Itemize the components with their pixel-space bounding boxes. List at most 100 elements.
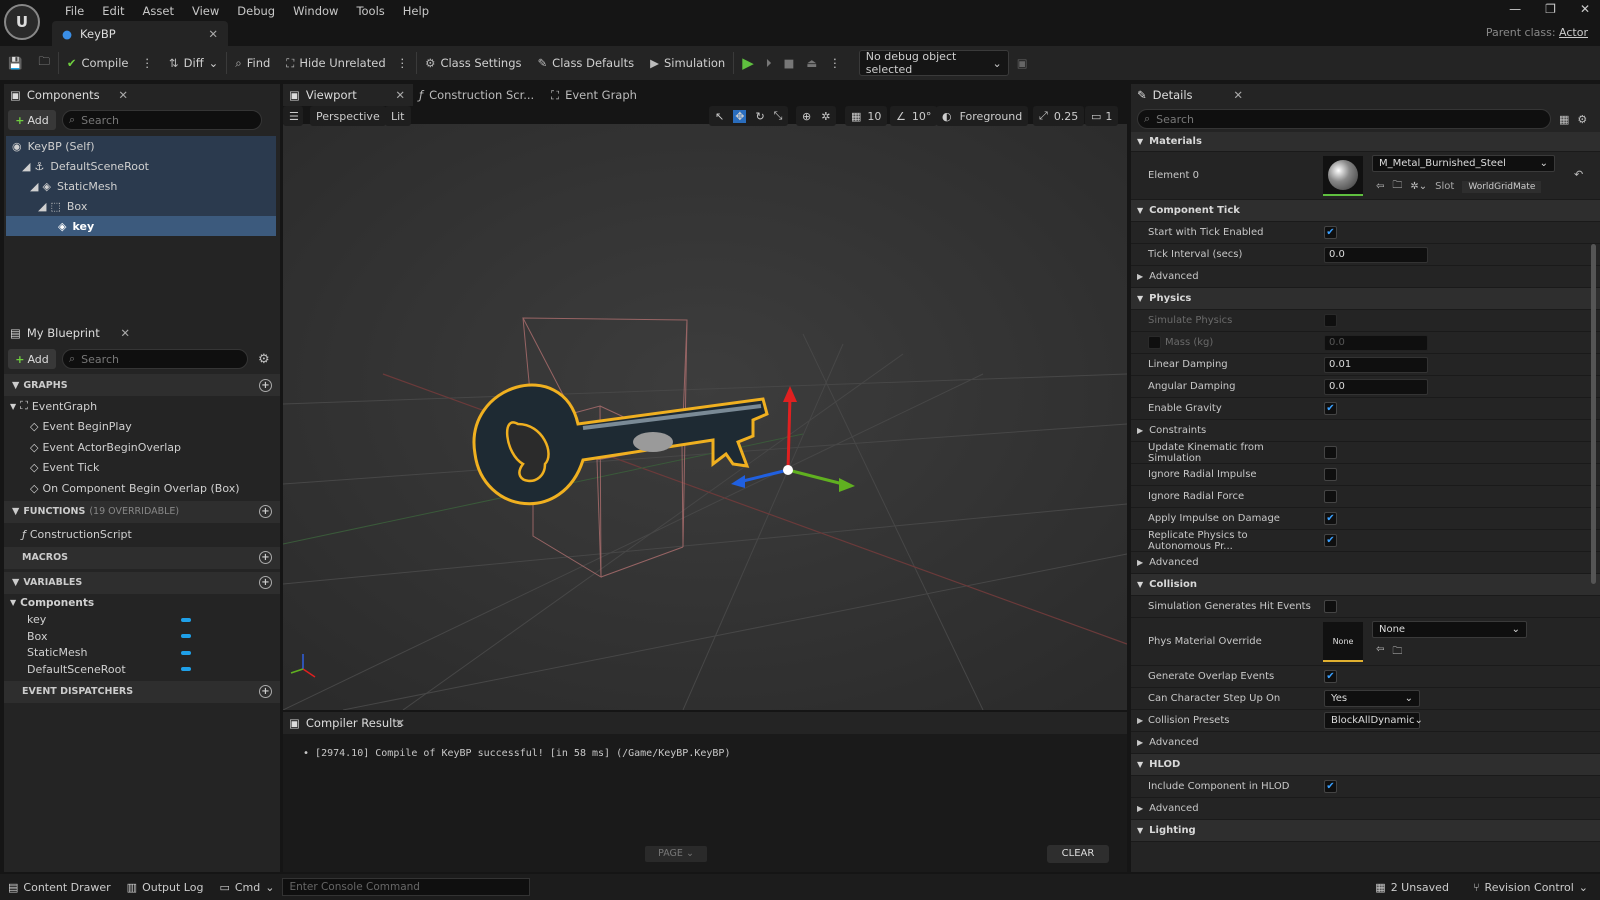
simulation-button[interactable]: ▶ Simulation: [642, 49, 733, 77]
details-search-input[interactable]: ⌕ Search: [1137, 109, 1551, 129]
output-log-button[interactable]: ▥ Output Log: [119, 881, 212, 894]
unreal-logo-icon[interactable]: U: [4, 4, 40, 40]
section-physics[interactable]: ▼ Physics: [1131, 288, 1600, 310]
kebab-icon[interactable]: ⋮: [829, 56, 841, 70]
scale-snap-button[interactable]: ⤢ 0.25: [1033, 106, 1085, 126]
viewport-options-button[interactable]: ☰: [283, 106, 303, 126]
phys-material-select[interactable]: None ⌄: [1372, 621, 1527, 638]
ignore-radial-force-checkbox[interactable]: [1324, 490, 1337, 503]
browse-icon[interactable]: 🗀: [1392, 644, 1402, 661]
my-blueprint-search-input[interactable]: ⌕ Search: [62, 349, 248, 369]
tree-item-staticmesh[interactable]: ◢ ◈ StaticMesh: [6, 176, 276, 196]
section-hlod[interactable]: ▼ HLOD: [1131, 754, 1600, 776]
surface-snap-icon[interactable]: ✲: [821, 110, 830, 123]
enable-gravity-checkbox[interactable]: ✔: [1324, 402, 1337, 415]
tick-advanced-row[interactable]: ▶ Advanced: [1131, 266, 1600, 288]
material-options-icon[interactable]: ✲⌄: [1410, 181, 1427, 192]
kebab-icon[interactable]: ⋮: [142, 56, 154, 70]
debug-object-select[interactable]: No debug object selected ⌄: [858, 50, 1009, 76]
menu-window[interactable]: Window: [284, 3, 347, 19]
tree-item-defaultsceneroot[interactable]: ◢ ⚓ DefaultSceneRoot: [6, 156, 276, 176]
viewport[interactable]: [283, 124, 1127, 710]
collision-advanced-row[interactable]: ▶ Advanced: [1131, 732, 1600, 754]
unsaved-button[interactable]: ▦ 2 Unsaved: [1363, 881, 1461, 894]
update-kinematic-checkbox[interactable]: [1324, 446, 1337, 459]
material-select[interactable]: M_Metal_Burnished_Steel ⌄: [1372, 155, 1555, 172]
menu-view[interactable]: View: [183, 3, 228, 19]
mass-input[interactable]: 0.0: [1324, 334, 1428, 351]
functions-section-header[interactable]: ▼ FUNCTIONS (19 OVERRIDABLE) +: [4, 500, 280, 523]
hlod-advanced-row[interactable]: ▶ Advanced: [1131, 798, 1600, 820]
restore-icon[interactable]: ❐: [1545, 2, 1556, 16]
kebab-icon[interactable]: ⋮: [397, 56, 409, 70]
page-button[interactable]: PAGE ⌄: [645, 846, 707, 862]
expand-arrow-icon[interactable]: ◢: [38, 200, 46, 213]
diff-button[interactable]: ⇅ Diff ⌄: [161, 49, 226, 77]
scale-icon[interactable]: ⤡: [774, 109, 783, 123]
close-window-icon[interactable]: ✕: [1580, 2, 1590, 16]
find-button[interactable]: ⌕ Find: [227, 49, 278, 77]
variable-item[interactable]: StaticMesh: [4, 645, 280, 662]
angular-damping-input[interactable]: 0.0: [1324, 378, 1428, 395]
tree-item-key[interactable]: ◈ key: [6, 216, 276, 236]
phys-material-thumbnail[interactable]: None: [1323, 622, 1363, 662]
translate-icon[interactable]: ✥: [733, 109, 747, 123]
gear-icon[interactable]: ⚙: [1577, 113, 1587, 126]
add-member-button[interactable]: + Add: [8, 349, 56, 369]
physics-advanced-row[interactable]: ▶ Advanced: [1131, 552, 1600, 574]
event-item[interactable]: ◇ Event ActorBeginOverlap: [4, 437, 280, 458]
reset-to-default-icon[interactable]: ↶: [1574, 168, 1583, 181]
content-drawer-button[interactable]: ▤ Content Drawer: [0, 881, 119, 894]
expand-arrow-icon[interactable]: ◢: [22, 160, 30, 173]
minimize-icon[interactable]: —: [1509, 2, 1521, 16]
menu-asset[interactable]: Asset: [134, 3, 183, 19]
table-view-icon[interactable]: ▦: [1559, 113, 1569, 126]
console-command-input[interactable]: Enter Console Command: [282, 878, 531, 896]
class-settings-button[interactable]: ⚙ Class Settings: [417, 49, 529, 77]
include-hlod-checkbox[interactable]: ✔: [1324, 780, 1337, 793]
perspective-button[interactable]: Perspective: [310, 106, 386, 126]
graphs-section-header[interactable]: ▼ GRAPHS +: [4, 374, 280, 396]
section-component-tick[interactable]: ▼ Component Tick: [1131, 200, 1600, 222]
details-tab[interactable]: ✎ Details ✕: [1131, 84, 1251, 106]
slot-value[interactable]: WorldGridMate: [1462, 180, 1542, 193]
linear-damping-input[interactable]: 0.01: [1324, 356, 1428, 373]
section-materials[interactable]: ▼ Materials: [1131, 132, 1600, 152]
sim-hit-events-checkbox[interactable]: [1324, 600, 1337, 613]
macros-section-header[interactable]: MACROS +: [4, 546, 280, 569]
rotate-icon[interactable]: ↻: [755, 110, 764, 123]
close-icon[interactable]: ✕: [120, 326, 130, 340]
my-blueprint-tab[interactable]: ▤ My Blueprint ✕: [4, 322, 280, 344]
section-lighting[interactable]: ▼ Lighting: [1131, 820, 1600, 842]
overlap-events-checkbox[interactable]: ✔: [1324, 670, 1337, 683]
close-icon[interactable]: ✕: [395, 88, 405, 102]
document-tab-keybp[interactable]: ● KeyBP ✕: [52, 21, 228, 46]
menu-debug[interactable]: Debug: [228, 3, 284, 19]
tab-event-graph[interactable]: ⛶ Event Graph: [545, 84, 665, 106]
gear-icon[interactable]: ⚙: [258, 352, 270, 367]
tab-viewport[interactable]: ▣ Viewport ✕: [283, 84, 413, 106]
close-icon[interactable]: ✕: [1233, 88, 1243, 102]
section-collision[interactable]: ▼ Collision: [1131, 574, 1600, 596]
mass-override-checkbox[interactable]: [1148, 336, 1161, 349]
world-space-icon[interactable]: ⊕: [802, 110, 811, 123]
start-tick-checkbox[interactable]: ✔: [1324, 226, 1337, 239]
event-item[interactable]: ◇ Event BeginPlay: [4, 417, 280, 438]
step-up-select[interactable]: Yes ⌄: [1324, 690, 1420, 707]
class-defaults-button[interactable]: ✎ Class Defaults: [530, 49, 643, 77]
eject-icon[interactable]: ⏏: [806, 56, 817, 70]
use-selected-icon[interactable]: ⇦: [1376, 181, 1384, 192]
use-selected-icon[interactable]: ⇦: [1376, 644, 1384, 661]
apply-impulse-checkbox[interactable]: ✔: [1324, 512, 1337, 525]
replicate-physics-checkbox[interactable]: ✔: [1324, 534, 1337, 547]
components-tab[interactable]: ▣ Components ✕: [4, 84, 280, 106]
select-icon[interactable]: ↖: [715, 110, 724, 123]
components-search-input[interactable]: ⌕ Search: [62, 110, 262, 130]
add-component-button[interactable]: + Add: [8, 110, 56, 130]
browse-icon[interactable]: 🗀: [1392, 178, 1402, 195]
variable-item[interactable]: DefaultSceneRoot: [4, 661, 280, 678]
compile-button[interactable]: ✔ Compile ⋮: [59, 49, 161, 77]
add-graph-icon[interactable]: +: [259, 378, 272, 392]
menu-file[interactable]: File: [56, 3, 93, 19]
lit-button[interactable]: Lit: [385, 106, 411, 126]
